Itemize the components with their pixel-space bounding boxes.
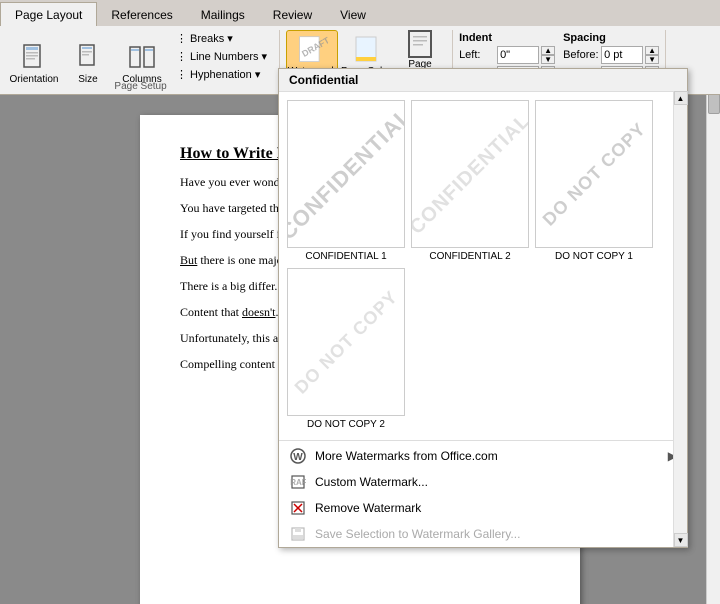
watermark-menu-more[interactable]: W More Watermarks from Office.com ▶ (279, 443, 687, 469)
hyphenation-button[interactable]: ⋮ Hyphenation ▾ (170, 66, 273, 83)
custom-watermark-icon: DRAFT (289, 473, 307, 491)
watermark-text-confidential2: CONFIDENTIAL (411, 109, 529, 239)
svg-text:W: W (293, 452, 303, 463)
watermark-menu-divider (279, 440, 687, 441)
more-watermarks-icon: W (289, 447, 307, 465)
watermark-preview-donotcopy1: DO NOT COPY (535, 100, 653, 248)
watermark-preview-confidential2: CONFIDENTIAL (411, 100, 529, 248)
ribbon-tab-bar: Page Layout References Mailings Review V… (0, 0, 720, 26)
svg-text:DRAFT: DRAFT (290, 478, 306, 487)
indent-left-row: Left: ▲ ▼ (459, 46, 555, 64)
watermark-text-donotcopy2: DO NOT COPY (290, 286, 402, 398)
watermark-label-donotcopy2: DO NOT COPY 2 (307, 419, 385, 430)
breaks-button[interactable]: ⋮ Breaks ▾ (170, 30, 273, 47)
spacing-before-label: Before: (563, 49, 599, 61)
wm-scroll-down[interactable]: ▼ (674, 533, 688, 547)
watermark-text-donotcopy1: DO NOT COPY (538, 118, 650, 230)
watermark-preview-confidential1: CONFIDENTIAL (287, 100, 405, 248)
indent-left-label: Left: (459, 49, 495, 61)
spacing-label: Spacing (563, 30, 659, 44)
line-numbers-button[interactable]: ⋮ Line Numbers ▾ (170, 48, 273, 65)
spacing-before-row: Before: ▲ ▼ (563, 46, 659, 64)
columns-icon (126, 42, 158, 74)
page-borders-icon (404, 29, 436, 59)
orientation-button[interactable]: Orientation (8, 39, 60, 89)
tab-review[interactable]: Review (259, 4, 326, 26)
tab-view[interactable]: View (326, 4, 380, 26)
watermark-label-donotcopy1: DO NOT COPY 1 (555, 251, 633, 262)
size-button[interactable]: Size (62, 39, 114, 89)
watermark-label-confidential2: CONFIDENTIAL 2 (429, 251, 510, 262)
page-color-icon (350, 34, 382, 66)
page-setup-buttons: Orientation Size (8, 30, 273, 111)
save-watermark-icon (289, 525, 307, 543)
watermark-preview-donotcopy2: DO NOT COPY (287, 268, 405, 416)
remove-watermark-icon (289, 499, 307, 517)
watermark-item-confidential2[interactable]: CONFIDENTIAL CONFIDENTIAL 2 (411, 100, 529, 262)
watermark-label-confidential1: CONFIDENTIAL 1 (305, 251, 386, 262)
indent-left-spinners: ▲ ▼ (541, 46, 555, 64)
spacing-before-up[interactable]: ▲ (645, 46, 659, 55)
watermark-menu-custom[interactable]: DRAFT Custom Watermark... (279, 469, 687, 495)
ribbon-group-page-setup: Orientation Size (2, 30, 280, 94)
watermark-menu-save: Save Selection to Watermark Gallery... (279, 521, 687, 547)
watermark-dropdown: Confidential CONFIDENTIAL CONFIDENTIAL 1… (278, 68, 688, 548)
watermark-scrollbar[interactable]: ▲ ▼ (673, 91, 687, 547)
watermark-menu-remove[interactable]: Remove Watermark (279, 495, 687, 521)
watermark-item-donotcopy1[interactable]: DO NOT COPY DO NOT COPY 1 (535, 100, 653, 262)
page-setup-label: Page Setup (114, 81, 166, 92)
orientation-icon (18, 42, 50, 74)
page-scrollbar[interactable]: ▲ (706, 68, 720, 604)
watermark-item-confidential1[interactable]: CONFIDENTIAL CONFIDENTIAL 1 (287, 100, 405, 262)
spacing-before-input[interactable] (601, 46, 643, 64)
watermark-grid: CONFIDENTIAL CONFIDENTIAL 1 CONFIDENTIAL… (279, 92, 687, 438)
indent-left-up[interactable]: ▲ (541, 46, 555, 55)
watermark-dropdown-header: Confidential (279, 69, 687, 92)
watermark-text-confidential1: CONFIDENTIAL (287, 103, 405, 246)
tab-page-layout[interactable]: Page Layout (0, 2, 97, 26)
watermark-item-donotcopy2[interactable]: DO NOT COPY DO NOT COPY 2 (287, 268, 405, 430)
indent-label: Indent (459, 30, 555, 44)
indent-left-input[interactable] (497, 46, 539, 64)
tab-mailings[interactable]: Mailings (187, 4, 259, 26)
watermark-icon: DRAFT (296, 34, 328, 66)
spacing-before-down[interactable]: ▼ (645, 55, 659, 64)
page-setup-small-buttons: ⋮ Breaks ▾ ⋮ Line Numbers ▾ ⋮ Hyphenatio… (170, 30, 273, 97)
spacing-before-spinners: ▲ ▼ (645, 46, 659, 64)
indent-left-down[interactable]: ▼ (541, 55, 555, 64)
wm-scroll-up[interactable]: ▲ (674, 91, 688, 105)
tab-references[interactable]: References (97, 4, 186, 26)
size-icon (72, 42, 104, 74)
